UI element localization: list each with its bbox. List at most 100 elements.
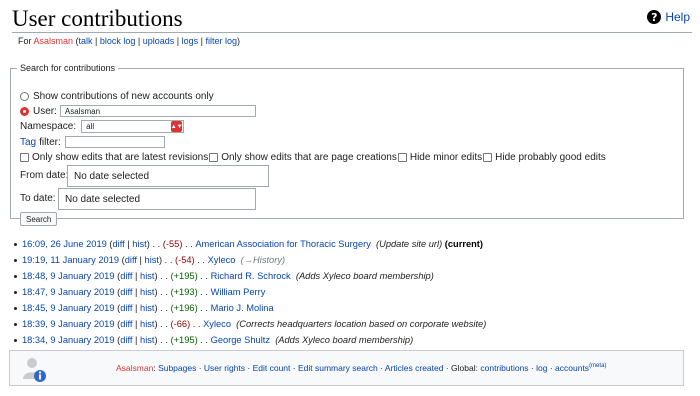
user-option[interactable]: User: Asalsman	[20, 105, 256, 117]
page-link[interactable]: American Association for Thoracic Surger…	[195, 239, 371, 249]
for-label: For	[18, 36, 32, 46]
page-link[interactable]: Xyleco	[208, 255, 236, 265]
uploads-link[interactable]: uploads	[143, 36, 175, 46]
contribution-row: 18:45, 9 January 2019 (diff | hist) . . …	[12, 300, 486, 316]
timestamp-link[interactable]: 16:09, 26 June 2019	[22, 239, 107, 249]
page-link[interactable]: George Shultz	[211, 335, 270, 345]
hide-good-checkbox[interactable]	[483, 153, 493, 162]
filter-log-link[interactable]: filter log	[206, 36, 238, 46]
timestamp-link[interactable]: 18:45, 9 January 2019	[22, 303, 115, 313]
diff-link[interactable]: diff	[120, 303, 132, 313]
timestamp-link[interactable]: 18:39, 9 January 2019	[22, 319, 115, 329]
chevron-updown-icon[interactable]: ▲▼	[171, 121, 183, 132]
from-date-label: From date:	[20, 170, 69, 181]
articles-created-link[interactable]: Articles created	[385, 363, 444, 373]
diff-link[interactable]: diff	[120, 335, 132, 345]
help-link[interactable]: ? Help	[647, 10, 690, 24]
footer-user-link[interactable]: Asalsman	[116, 363, 153, 373]
hist-link[interactable]: hist	[140, 303, 154, 313]
timestamp-link[interactable]: 18:48, 9 January 2019	[22, 271, 115, 281]
size-diff: (-55)	[162, 239, 183, 249]
from-date-input[interactable]: No date selected	[67, 165, 269, 187]
bullet	[14, 242, 17, 246]
tag-filter-input[interactable]	[64, 136, 165, 148]
page-link[interactable]: Mario J. Molina	[211, 303, 274, 313]
hist-link[interactable]: hist	[140, 271, 154, 281]
bullet	[14, 322, 17, 326]
diff-link[interactable]: diff	[125, 255, 137, 265]
namespace-label: Namespace:	[20, 121, 77, 132]
bullet	[14, 290, 17, 294]
hist-link[interactable]: hist	[140, 335, 154, 345]
current-marker: (current)	[444, 239, 483, 249]
edit-summary: (Corrects headquarters location based on…	[236, 319, 487, 329]
edit-summary: (Update site url)	[376, 239, 443, 249]
page-link[interactable]: Richard R. Schrock	[211, 271, 291, 281]
new-accounts-label[interactable]: Show contributions of new accounts only	[33, 91, 214, 102]
timestamp-link[interactable]: 19:19, 11 January 2019	[22, 255, 119, 265]
page-creations-checkbox[interactable]	[209, 153, 219, 162]
user-tool-links: For Asalsman (talk | block log | uploads…	[18, 36, 241, 46]
bullet	[14, 306, 17, 310]
logs-link[interactable]: logs	[182, 36, 199, 46]
user-info-icon	[23, 358, 46, 382]
edit-summary: (→History)	[240, 255, 286, 265]
size-diff: (+195)	[170, 335, 198, 345]
talk-link[interactable]: talk	[79, 36, 93, 46]
hist-link[interactable]: hist	[140, 287, 154, 297]
global-log-link[interactable]: log	[536, 363, 547, 373]
global-accounts-link[interactable]: accounts	[555, 363, 589, 373]
new-accounts-option[interactable]: Show contributions of new accounts only	[20, 91, 214, 102]
bullet	[14, 274, 17, 278]
namespace-row: Namespace: all ▲▼	[20, 120, 185, 133]
help-icon[interactable]: ?	[647, 10, 662, 24]
user-rights-link[interactable]: User rights	[204, 363, 245, 373]
block-log-link[interactable]: block log	[100, 36, 136, 46]
user-page-link[interactable]: Asalsman	[34, 36, 74, 46]
diff-link[interactable]: diff	[112, 239, 124, 249]
tag-link[interactable]: Tag	[20, 137, 36, 148]
hide-minor-checkbox[interactable]	[397, 153, 407, 162]
latest-revisions-checkbox[interactable]	[20, 153, 29, 162]
meta-link[interactable]: (meta)	[589, 363, 606, 369]
edit-summary-search-link[interactable]: Edit summary search	[298, 363, 378, 373]
page-title: User contributions	[12, 6, 183, 31]
user-radio[interactable]	[20, 106, 29, 116]
footer-links: Asalsman: Subpages · User rights · Edit …	[116, 363, 607, 373]
search-contributions-form: Search for contributions Show contributi…	[10, 63, 684, 226]
latest-revisions-label[interactable]: Only show edits that are latest revision…	[32, 152, 208, 163]
namespace-value: all	[86, 122, 95, 131]
bullet	[14, 258, 17, 262]
edit-count-link[interactable]: Edit count	[253, 363, 291, 373]
page-creations-label[interactable]: Only show edits that are page creations	[221, 152, 397, 163]
diff-link[interactable]: diff	[120, 287, 132, 297]
hist-link[interactable]: hist	[132, 239, 146, 249]
subpages-link[interactable]: Subpages	[158, 363, 196, 373]
contributions-list: 16:09, 26 June 2019 (diff | hist) . . (-…	[12, 236, 486, 348]
user-input[interactable]: Asalsman	[59, 105, 256, 117]
to-date-input[interactable]: No date selected	[58, 188, 256, 210]
hist-link[interactable]: hist	[140, 319, 154, 329]
user-label: User:	[33, 105, 57, 117]
timestamp-link[interactable]: 18:34, 9 January 2019	[22, 335, 115, 345]
contribution-row: 19:19, 11 January 2019 (diff | hist) . .…	[12, 252, 486, 268]
hist-link[interactable]: hist	[145, 255, 159, 265]
contribution-row: 18:47, 9 January 2019 (diff | hist) . . …	[12, 284, 486, 300]
diff-link[interactable]: diff	[120, 271, 132, 281]
help-label[interactable]: Help	[665, 10, 690, 24]
hide-minor-label[interactable]: Hide minor edits	[410, 152, 482, 163]
size-diff: (-54)	[175, 255, 195, 265]
timestamp-link[interactable]: 18:47, 9 January 2019	[22, 287, 115, 297]
checkbox-row: Only show edits that are latest revision…	[20, 152, 606, 163]
new-accounts-radio[interactable]	[20, 92, 29, 101]
tag-filter-row: Tag filter:	[20, 136, 165, 148]
diff-link[interactable]: diff	[120, 319, 132, 329]
namespace-select[interactable]: all ▲▼	[81, 120, 185, 133]
global-contributions-link[interactable]: contributions	[480, 363, 528, 373]
bullet	[14, 338, 17, 342]
search-button[interactable]: Search	[20, 212, 58, 226]
hide-good-label[interactable]: Hide probably good edits	[495, 152, 606, 163]
page-link[interactable]: Xyleco	[203, 319, 231, 329]
page-link[interactable]: William Perry	[211, 287, 266, 297]
search-legend: Search for contributions	[20, 63, 116, 73]
